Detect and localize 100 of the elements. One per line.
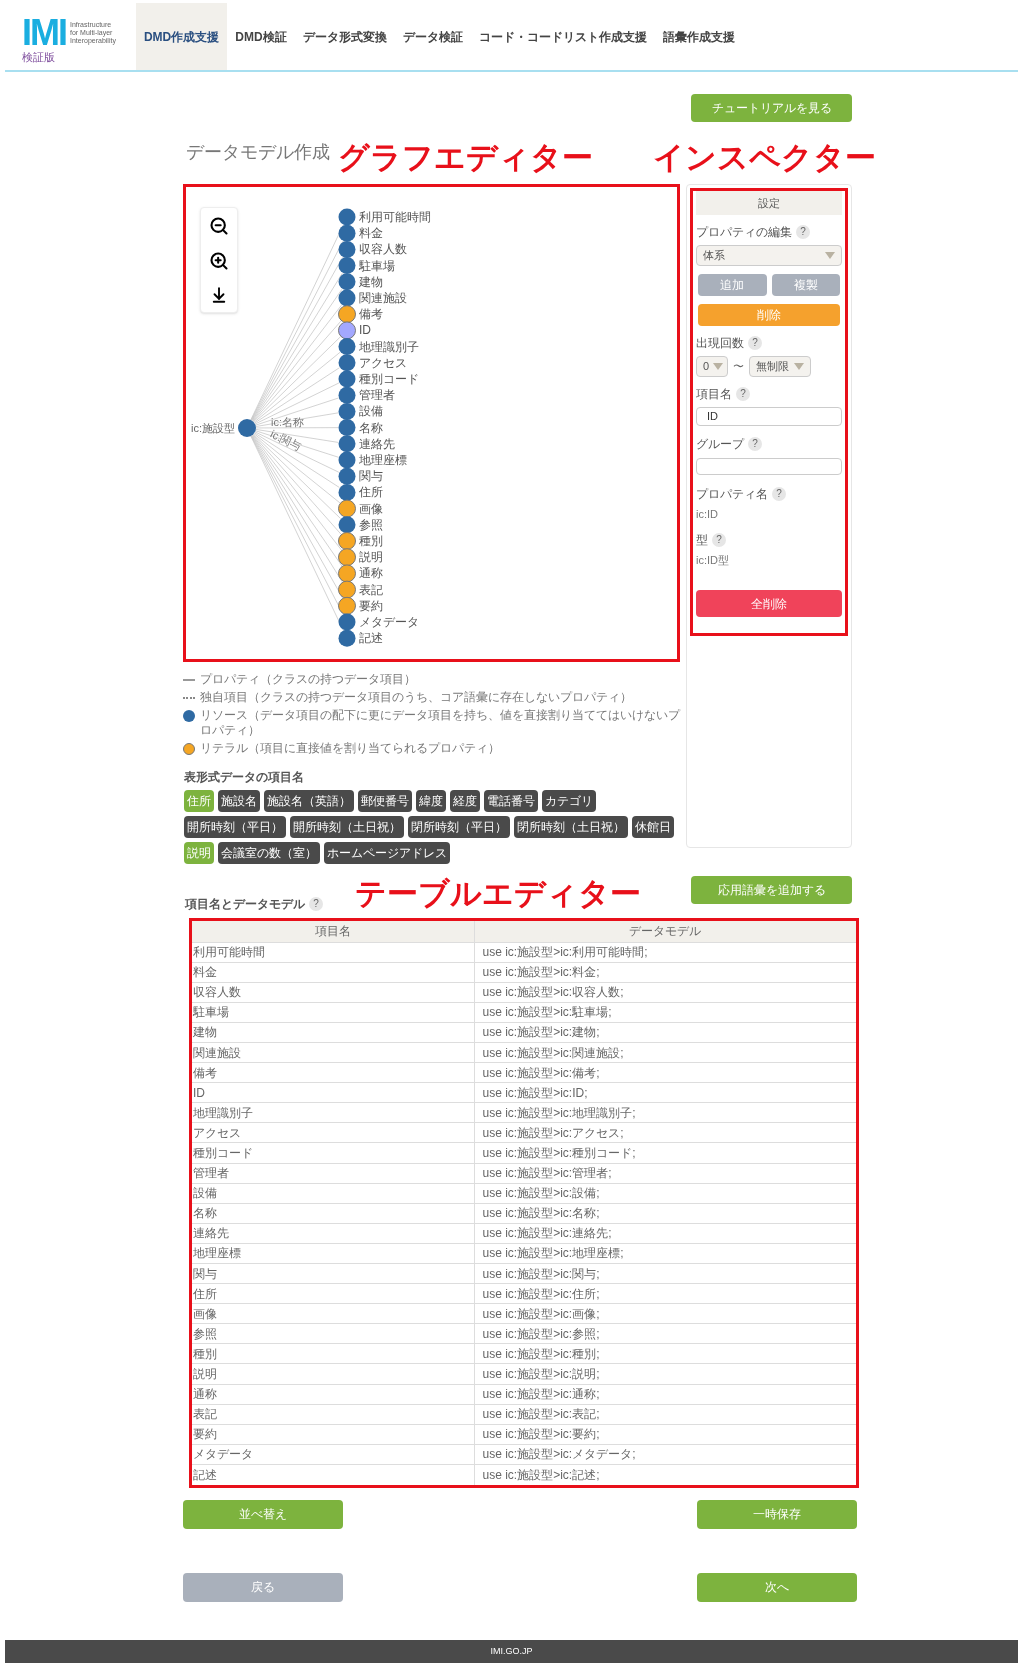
- table-cell: use ic:施設型>ic:管理者;: [474, 1163, 856, 1184]
- table-cell: use ic:施設型>ic:メタデータ;: [474, 1444, 856, 1465]
- graph-node[interactable]: [338, 305, 356, 324]
- table-title: 項目名とデータモデル: [185, 896, 305, 913]
- graph-node[interactable]: [338, 386, 356, 404]
- help-icon[interactable]: ?: [796, 225, 810, 239]
- graph-node[interactable]: [338, 548, 356, 567]
- property-select[interactable]: 体系: [696, 245, 842, 266]
- help-icon[interactable]: ?: [712, 532, 726, 547]
- edge-label: ic:名称: [270, 415, 304, 428]
- node-label: 説明: [359, 550, 383, 565]
- table-cell: 関連施設: [192, 1042, 474, 1063]
- graph-node[interactable]: [338, 208, 356, 226]
- table-cell: use ic:施設型>ic:設備;: [474, 1183, 856, 1204]
- table-cell: 通称: [192, 1384, 474, 1405]
- table-cell: 記述: [192, 1464, 474, 1485]
- graph-node[interactable]: [338, 273, 356, 291]
- nav-tab[interactable]: DMD検証: [227, 3, 295, 70]
- column-tag[interactable]: 開所時刻（土日祝）: [290, 816, 404, 838]
- column-tag[interactable]: ホームページアドレス: [324, 842, 450, 864]
- table-cell: use ic:施設型>ic:名称;: [474, 1203, 856, 1224]
- graph-node[interactable]: [338, 532, 356, 550]
- help-icon[interactable]: ?: [748, 336, 762, 350]
- graph-node[interactable]: [338, 596, 356, 615]
- nav-tab[interactable]: データ検証: [394, 3, 471, 70]
- table-cell: use ic:施設型>ic:アクセス;: [474, 1122, 856, 1143]
- column-tag[interactable]: 施設名: [218, 790, 260, 812]
- node-label: 種別コード: [359, 372, 419, 386]
- help-icon[interactable]: ?: [772, 487, 786, 501]
- table-cell: 建物: [192, 1022, 474, 1043]
- graph-node[interactable]: [338, 613, 356, 631]
- column-tag[interactable]: 閉所時刻（土日祝）: [514, 816, 628, 838]
- table-cell: use ic:施設型>ic:関連施設;: [474, 1042, 856, 1063]
- graph-node[interactable]: [338, 419, 356, 437]
- column-tag[interactable]: 経度: [450, 790, 480, 812]
- graph-node[interactable]: [338, 629, 356, 647]
- table-cell: 利用可能時間: [192, 942, 474, 963]
- field-label: グループ: [696, 436, 744, 453]
- zoom-out-icon[interactable]: [209, 215, 229, 236]
- nav-tab[interactable]: DMD作成支援: [135, 3, 228, 70]
- graph-node[interactable]: [338, 467, 356, 485]
- graph-node[interactable]: [338, 402, 356, 420]
- nav-tab[interactable]: コード・コードリスト作成支援: [470, 3, 655, 70]
- node-label: 地理識別子: [359, 339, 419, 354]
- column-tag[interactable]: 緯度: [416, 790, 446, 812]
- min-select[interactable]: 0: [696, 356, 728, 377]
- table-cell: use ic:施設型>ic:住所;: [474, 1283, 856, 1304]
- table-cell: use ic:施設型>ic:地理識別子;: [474, 1102, 856, 1123]
- nav-tab[interactable]: データ形式変換: [294, 3, 395, 70]
- graph-node[interactable]: [338, 435, 356, 453]
- column-tag[interactable]: 施設名（英語）: [264, 790, 354, 812]
- column-tag[interactable]: 休館日: [632, 816, 674, 838]
- table-cell: use ic:施設型>ic:利用可能時間;: [474, 942, 856, 963]
- graph-node[interactable]: [338, 240, 356, 258]
- node-label: ID: [359, 323, 371, 338]
- table-cell: use ic:施設型>ic:備考;: [474, 1062, 856, 1083]
- column-tag[interactable]: 電話番号: [484, 790, 538, 812]
- item-name-field[interactable]: ID: [696, 406, 842, 426]
- edition-label: 検証版: [22, 50, 56, 64]
- nav-tab[interactable]: 語彙作成支援: [654, 3, 743, 70]
- node-label: 表記: [359, 582, 383, 597]
- table-cell: 備考: [192, 1062, 474, 1083]
- graph-node[interactable]: [338, 451, 356, 469]
- column-tag[interactable]: 会議室の数（室）: [218, 842, 320, 864]
- root-node[interactable]: [238, 419, 256, 437]
- zoom-in-icon[interactable]: [209, 251, 229, 271]
- node-label: 地理座標: [359, 453, 407, 467]
- graph-node[interactable]: [338, 338, 356, 356]
- graph-node[interactable]: [338, 499, 356, 518]
- max-select[interactable]: 無制限: [749, 356, 811, 377]
- graph-node[interactable]: [338, 257, 356, 275]
- download-icon[interactable]: [210, 286, 228, 305]
- help-icon[interactable]: ?: [748, 437, 762, 451]
- graph-node[interactable]: [338, 483, 356, 501]
- graph-node[interactable]: [338, 516, 356, 534]
- column-tag[interactable]: 開所時刻（平日）: [184, 816, 286, 838]
- node-label: 名称: [359, 420, 383, 435]
- column-tag[interactable]: 閉所時刻（平日）: [408, 816, 510, 838]
- group-field[interactable]: [696, 457, 842, 475]
- graph-node[interactable]: [338, 580, 356, 599]
- table-cell: 設備: [192, 1183, 474, 1204]
- graph-node[interactable]: [338, 289, 356, 307]
- table-cell: 収容人数: [192, 982, 474, 1003]
- column-header: 項目名: [192, 921, 474, 942]
- column-tag[interactable]: カテゴリ: [542, 790, 596, 812]
- node-label: 駐車場: [359, 258, 395, 273]
- legend-text: リソース（データ項目の配下に更にデータ項目を持ち、値を直接割り当ててはいけないプロパティ）: [200, 708, 680, 738]
- help-icon[interactable]: ?: [736, 387, 750, 401]
- delete-all-button[interactable]: 全削除: [696, 590, 842, 617]
- graph-node[interactable]: [338, 354, 356, 372]
- graph-node[interactable]: [338, 564, 356, 583]
- graph-node[interactable]: [338, 224, 356, 242]
- page-title: データモデル作成: [186, 141, 330, 164]
- graph-node[interactable]: [338, 370, 356, 388]
- graph-node[interactable]: [338, 321, 356, 340]
- node-label: 住所: [359, 485, 383, 500]
- help-icon[interactable]: ?: [309, 897, 323, 911]
- column-tag[interactable]: 郵便番号: [358, 790, 412, 812]
- node-label: 関与: [359, 469, 383, 484]
- legend-text: プロパティ（クラスの持つデータ項目）: [200, 672, 416, 687]
